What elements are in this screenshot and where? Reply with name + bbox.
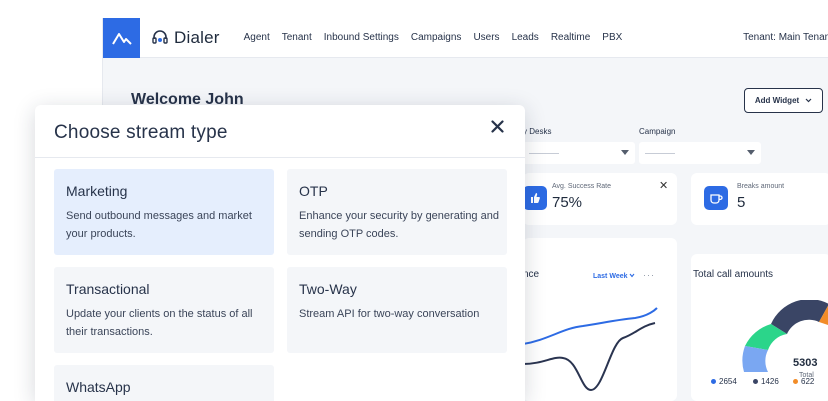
option-title: WhatsApp xyxy=(66,379,131,395)
line-chart-plot xyxy=(523,307,658,392)
app-logo[interactable] xyxy=(103,17,140,58)
stat-label: Breaks amount xyxy=(737,183,785,190)
add-widget-button[interactable]: Add Widget xyxy=(744,88,823,113)
stat-label: Avg. Success Rate xyxy=(552,183,612,190)
legend-value: 2654 xyxy=(719,377,737,386)
headset-icon xyxy=(152,29,168,44)
legend-item: 2654 xyxy=(711,377,737,386)
legend-dot xyxy=(793,379,798,384)
line-chart-title: nce xyxy=(523,269,540,280)
add-widget-label: Add Widget xyxy=(754,96,800,105)
brand: Dialer xyxy=(150,28,220,48)
nav-inbound-settings[interactable]: Inbound Settings xyxy=(324,32,399,43)
range-dropdown[interactable]: Last Week xyxy=(593,273,628,280)
caret-down-icon xyxy=(747,150,755,155)
series-line-secondary xyxy=(523,322,656,392)
option-title: Two-Way xyxy=(299,281,357,297)
more-options-icon[interactable]: ··· xyxy=(643,270,655,280)
choose-stream-type-dialog: Choose stream type Marketing Send outbou… xyxy=(35,105,525,401)
stream-option-whatsapp[interactable]: WhatsApp xyxy=(54,365,274,401)
nav-leads[interactable]: Leads xyxy=(512,32,539,43)
legend-dot xyxy=(753,379,758,384)
main-nav: Agent Tenant Inbound Settings Campaigns … xyxy=(244,32,623,43)
nav-realtime[interactable]: Realtime xyxy=(551,32,590,43)
logo-mark-icon xyxy=(111,32,132,45)
option-title: Transactional xyxy=(66,281,150,297)
donut-segment-dark xyxy=(771,300,828,334)
close-icon xyxy=(490,119,504,133)
nav-pbx[interactable]: PBX xyxy=(602,32,622,43)
caret-down-icon xyxy=(621,150,629,155)
coffee-icon xyxy=(704,186,728,210)
option-description: Send outbound messages and market your p… xyxy=(66,210,252,240)
line-chart-card: nce Last Week ··· xyxy=(523,238,677,401)
select-placeholder-line xyxy=(645,153,675,154)
remove-widget-icon[interactable]: ✕ xyxy=(659,179,668,192)
tenant-selector[interactable]: Tenant: Main Tenant xyxy=(743,32,828,43)
desks-select[interactable] xyxy=(523,142,635,164)
option-title: OTP xyxy=(299,183,328,199)
legend-value: 1426 xyxy=(761,377,779,386)
brand-name: Dialer xyxy=(174,27,220,47)
stream-option-two-way[interactable]: Two-Way Stream API for two-way conversat… xyxy=(287,267,507,353)
donut-segment-blue xyxy=(742,346,768,372)
stat-value: 75% xyxy=(552,194,583,211)
option-title: Marketing xyxy=(66,183,128,199)
donut-title: Total call amounts xyxy=(693,269,774,280)
stream-option-marketing[interactable]: Marketing Send outbound messages and mar… xyxy=(54,169,274,255)
close-button[interactable] xyxy=(488,117,506,135)
legend-item: 622 xyxy=(793,377,814,386)
legend-dot xyxy=(711,379,716,384)
campaign-filter-label: Campaign xyxy=(639,127,676,136)
stream-option-otp[interactable]: OTP Enhance your security by generating … xyxy=(287,169,507,255)
desks-filter-label: y Desks xyxy=(523,127,552,136)
stream-option-transactional[interactable]: Transactional Update your clients on the… xyxy=(54,267,274,353)
nav-users[interactable]: Users xyxy=(473,32,499,43)
breaks-card: Breaks amount 5 xyxy=(691,173,828,225)
nav-campaigns[interactable]: Campaigns xyxy=(411,32,462,43)
nav-agent[interactable]: Agent xyxy=(244,32,270,43)
option-description: Enhance your security by generating and … xyxy=(299,210,499,240)
option-description: Update your clients on the status of all… xyxy=(66,308,253,338)
thumbs-up-icon xyxy=(523,186,547,210)
top-navbar: Dialer Agent Tenant Inbound Settings Cam… xyxy=(103,17,828,58)
donut-total-value: 5303 xyxy=(793,357,818,369)
success-rate-card: Avg. Success Rate 75% ✕ xyxy=(523,173,677,225)
nav-tenant[interactable]: Tenant xyxy=(282,32,312,43)
dialog-title: Choose stream type xyxy=(54,122,228,143)
dialog-header: Choose stream type xyxy=(35,105,525,158)
stat-value: 5 xyxy=(737,194,746,211)
legend-value: 622 xyxy=(801,377,815,386)
series-line-primary xyxy=(523,307,658,345)
select-placeholder-line xyxy=(529,153,559,154)
chevron-down-icon xyxy=(805,98,812,103)
legend-item: 1426 xyxy=(753,377,779,386)
campaign-select[interactable] xyxy=(639,142,761,164)
option-description: Stream API for two-way conversation xyxy=(299,308,480,320)
chevron-down-icon xyxy=(629,273,635,278)
